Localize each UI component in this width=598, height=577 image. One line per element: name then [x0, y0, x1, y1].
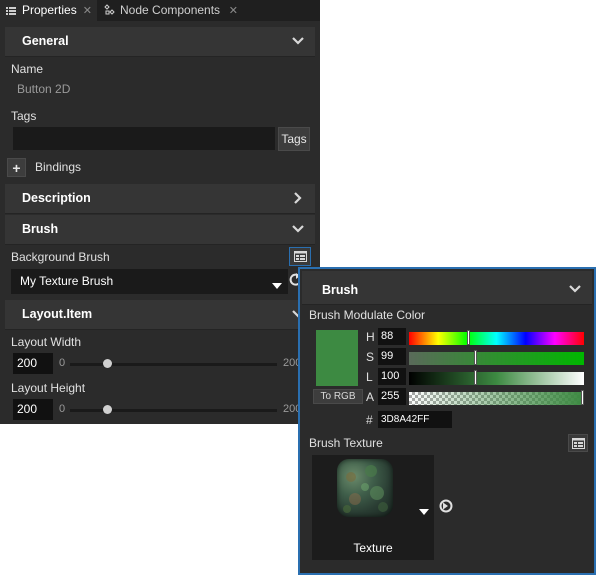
- section-title: General: [22, 34, 69, 48]
- lightness-slider-marker[interactable]: [474, 370, 477, 385]
- section-brush[interactable]: Brush: [5, 215, 315, 245]
- reset-icon[interactable]: [438, 498, 454, 517]
- dropdown-arrow-icon[interactable]: [419, 504, 429, 518]
- chevron-right-icon: [291, 191, 305, 205]
- section-description[interactable]: Description: [5, 184, 315, 214]
- popup-header[interactable]: Brush: [302, 271, 592, 305]
- hue-slider-marker[interactable]: [467, 330, 470, 345]
- name-label: Name: [11, 62, 44, 76]
- brush-editor-button[interactable]: [289, 247, 311, 266]
- layout-height-slider[interactable]: [70, 409, 277, 412]
- saturation-input[interactable]: 99: [378, 348, 406, 365]
- background-brush-select[interactable]: My Texture Brush: [11, 269, 288, 294]
- alpha-label: A: [366, 390, 375, 404]
- lightness-input[interactable]: 100: [378, 368, 406, 385]
- texture-preview[interactable]: Texture: [312, 455, 434, 560]
- section-title: Brush: [22, 222, 59, 236]
- chevron-down-icon: [291, 222, 305, 236]
- layout-width-input[interactable]: 200: [13, 353, 53, 374]
- name-value[interactable]: Button 2D: [17, 82, 70, 96]
- chevron-down-icon: [291, 34, 305, 48]
- layout-height-slider-thumb[interactable]: [102, 405, 112, 414]
- background-brush-value: My Texture Brush: [20, 274, 114, 288]
- dropdown-arrow-icon: [272, 278, 282, 292]
- texture-thumbnail: [337, 459, 393, 517]
- to-rgb-button[interactable]: To RGB: [313, 389, 363, 404]
- alpha-slider-marker[interactable]: [581, 390, 584, 405]
- popup-title: Brush: [322, 283, 359, 297]
- brush-popup: Brush Brush Modulate Color To RGB H 88 S…: [298, 267, 596, 575]
- close-icon[interactable]: ✕: [83, 4, 92, 17]
- hex-hash: #: [366, 413, 373, 427]
- properties-panel: Properties ✕ Node Components ✕ General N…: [0, 0, 320, 424]
- background-brush-label: Background Brush: [11, 250, 110, 264]
- tags-button-label: Tags: [281, 132, 307, 146]
- tags-label: Tags: [11, 109, 37, 123]
- saturation-label: S: [366, 350, 375, 364]
- lightness-slider[interactable]: [409, 370, 584, 385]
- add-binding-button[interactable]: +: [7, 158, 26, 177]
- section-layout-item[interactable]: Layout.Item: [5, 300, 315, 330]
- components-icon: [104, 4, 116, 16]
- layout-width-min: 0: [59, 357, 66, 369]
- tab-node-components[interactable]: Node Components ✕: [98, 0, 246, 21]
- texture-editor-button[interactable]: [568, 434, 588, 452]
- tab-properties[interactable]: Properties ✕: [0, 0, 97, 21]
- color-swatch[interactable]: [316, 330, 358, 386]
- tags-input[interactable]: [13, 127, 275, 150]
- texture-foliage-image: [343, 465, 388, 513]
- alpha-slider[interactable]: [409, 390, 584, 405]
- plus-icon: +: [12, 159, 21, 176]
- tab-label: Node Components: [120, 3, 221, 17]
- texture-caption: Texture: [353, 541, 393, 555]
- layout-width-label: Layout Width: [11, 335, 82, 349]
- lightness-label: L: [366, 370, 373, 384]
- modulate-color-label: Brush Modulate Color: [309, 308, 426, 322]
- brush-editor-icon: [294, 251, 307, 265]
- list-icon: [6, 5, 16, 15]
- tags-button[interactable]: Tags: [278, 127, 310, 151]
- close-icon[interactable]: ✕: [229, 4, 238, 17]
- layout-height-input[interactable]: 200: [13, 399, 53, 420]
- section-title: Description: [22, 191, 91, 205]
- hue-slider[interactable]: [409, 330, 584, 345]
- alpha-input[interactable]: 255: [378, 388, 406, 405]
- layout-width-slider[interactable]: [70, 363, 277, 366]
- layout-height-min: 0: [59, 403, 66, 415]
- bindings-label: Bindings: [35, 160, 82, 174]
- tab-bar: Properties ✕ Node Components ✕: [0, 0, 320, 21]
- section-general[interactable]: General: [5, 27, 315, 57]
- saturation-slider[interactable]: [409, 350, 584, 365]
- hue-label: H: [366, 330, 375, 344]
- layout-width-slider-thumb[interactable]: [102, 359, 112, 368]
- chevron-down-icon: [568, 282, 582, 299]
- section-title: Layout.Item: [22, 307, 93, 321]
- layout-height-label: Layout Height: [11, 381, 86, 395]
- tab-label: Properties: [22, 3, 77, 17]
- saturation-slider-marker[interactable]: [474, 350, 477, 365]
- texture-editor-icon: [572, 438, 585, 452]
- hue-input[interactable]: 88: [378, 328, 406, 345]
- hex-input[interactable]: 3D8A42FF: [378, 411, 452, 428]
- brush-texture-label: Brush Texture: [309, 436, 383, 450]
- to-rgb-label: To RGB: [320, 391, 356, 402]
